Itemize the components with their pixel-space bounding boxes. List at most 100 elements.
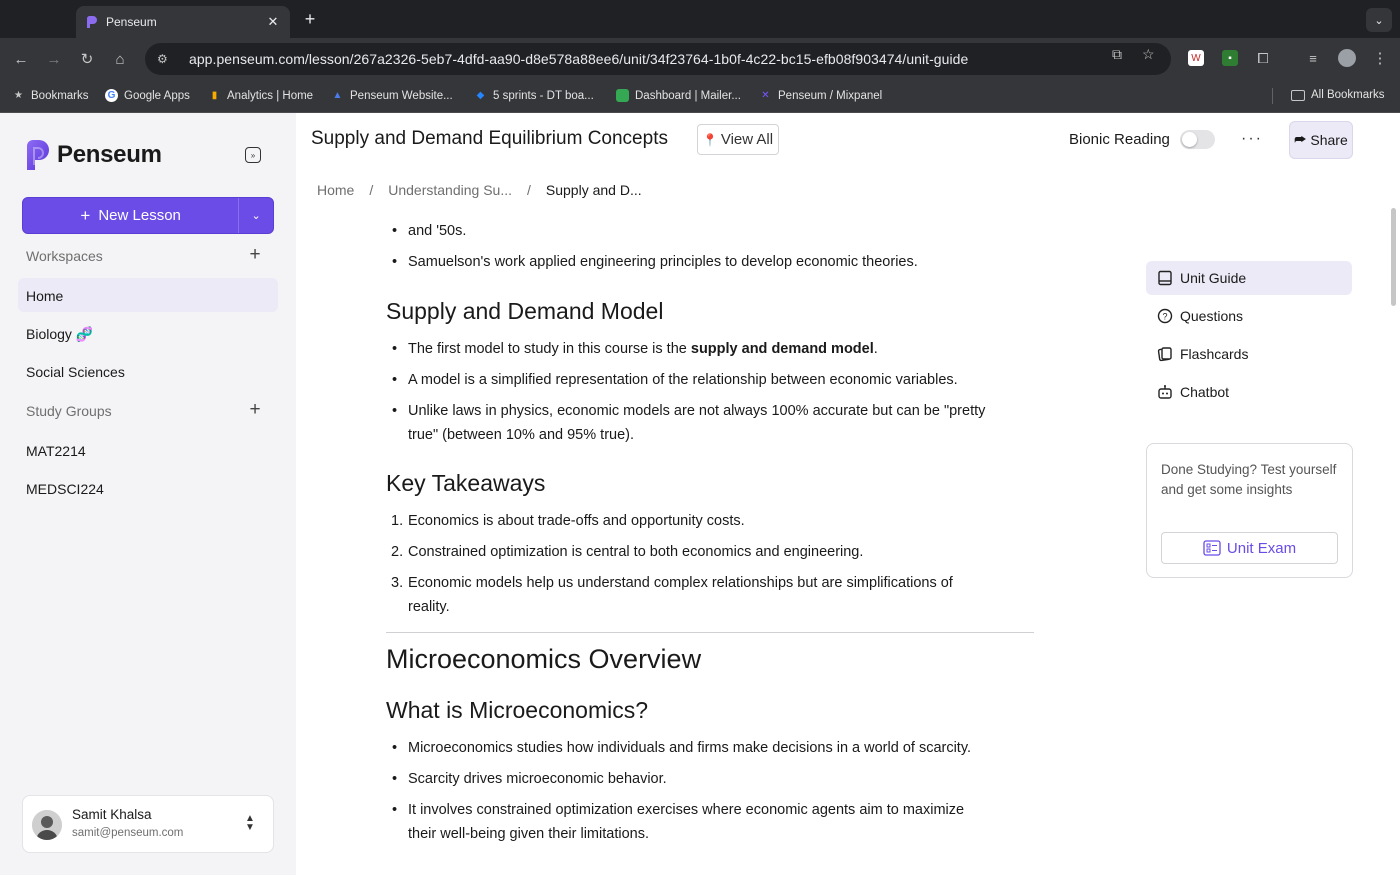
extension-green-icon[interactable]: ▪ (1222, 50, 1238, 66)
bookmark-item[interactable]: ★ Bookmarks (12, 89, 89, 102)
extension-red-icon[interactable]: W (1188, 50, 1204, 66)
share-label: Share (1310, 132, 1348, 148)
folder-icon (1291, 89, 1305, 101)
avatar (32, 810, 62, 840)
new-lesson-label: New Lesson (98, 207, 181, 224)
bookmark-label: Bookmarks (31, 89, 89, 102)
bookmark-item[interactable]: ✕ Penseum / Mixpanel (759, 89, 882, 102)
list-item: Microeconomics studies how individuals a… (386, 736, 1006, 760)
item-text: Economic models help us understand compl… (408, 575, 953, 615)
share-arrow-icon: ⮫ (1294, 132, 1307, 147)
list-item: Scarcity drives microeconomic behavior. (386, 767, 1006, 791)
tab-questions[interactable]: ? Questions (1146, 299, 1352, 333)
app-sidebar: Penseum » + New Lesson ⌄ Workspaces + Ho… (0, 113, 296, 875)
forward-icon[interactable]: → (43, 48, 65, 70)
exam-prompt: Done Studying? Test yourself and get som… (1161, 462, 1337, 497)
more-options-icon[interactable]: ··· (1241, 130, 1263, 148)
penseum-favicon-icon (87, 15, 97, 28)
add-workspace-icon[interactable]: + (246, 244, 264, 266)
site-info-icon[interactable]: ⚙ (157, 52, 179, 66)
bookmark-item[interactable]: ◆ 5 sprints - DT boa... (474, 89, 594, 102)
bookmark-item[interactable]: Dashboard | Mailer... (616, 89, 741, 102)
new-lesson-button-group: + New Lesson ⌄ (22, 197, 274, 234)
tab-label: Unit Guide (1180, 270, 1247, 286)
browser-toolbar: ← → ↻ ⌂ ⚙ app.penseum.com/lesson/267a232… (0, 38, 1400, 80)
tab-unit-guide[interactable]: Unit Guide (1146, 261, 1352, 295)
section-heading: Supply and Demand Model (386, 298, 664, 324)
plus-icon: + (80, 205, 91, 225)
tab-title: Penseum (106, 15, 157, 29)
url-text: app.penseum.com/lesson/267a2326-5eb7-4df… (189, 51, 969, 67)
bookmark-star-icon[interactable]: ☆ (1142, 46, 1155, 63)
address-bar[interactable]: ⚙ app.penseum.com/lesson/267a2326-5eb7-4… (145, 43, 1171, 75)
user-name: Samit Khalsa (72, 807, 152, 822)
bookmark-label: Google Apps (124, 89, 190, 102)
logo-text: Penseum (57, 141, 162, 168)
tab-label: Questions (1180, 308, 1244, 324)
new-lesson-button[interactable]: + New Lesson (23, 198, 238, 233)
bionic-reading-label: Bionic Reading (1069, 131, 1170, 148)
breadcrumb-unit[interactable]: Understanding Su... (388, 182, 512, 198)
extensions-puzzle-icon[interactable]: ⧠ (1255, 50, 1271, 66)
question-icon: ? (1157, 308, 1173, 324)
sidebar-item-medsci224[interactable]: MEDSCI224 (26, 481, 104, 497)
content-scrollbar[interactable] (1391, 208, 1396, 306)
all-bookmarks-label: All Bookmarks (1311, 89, 1385, 101)
add-study-group-icon[interactable]: + (246, 399, 264, 421)
view-all-button[interactable]: 📍 View All (697, 124, 779, 155)
profile-avatar-icon[interactable] (1338, 49, 1356, 67)
analytics-icon: ▮ (211, 90, 218, 101)
section-heading: Key Takeaways (386, 470, 546, 496)
location-pin-icon: 📍 (702, 132, 718, 147)
list-item: Unlike laws in physics, economic models … (386, 399, 986, 447)
sidebar-item-mat2214[interactable]: MAT2214 (26, 443, 86, 459)
google-icon: G (105, 89, 118, 102)
jira-icon: ◆ (476, 90, 485, 101)
back-icon[interactable]: ← (10, 48, 32, 70)
bookmark-item[interactable]: G Google Apps (105, 89, 190, 102)
browser-tab-strip: Penseum ✕ + ⌄ (0, 0, 1400, 38)
list-item: It involves constrained optimization exe… (386, 798, 996, 846)
tab-flashcards[interactable]: Flashcards (1146, 337, 1352, 371)
list-item: A model is a simplified representation o… (386, 368, 1006, 392)
tab-search-button[interactable]: ⌄ (1366, 8, 1392, 32)
unit-exam-button[interactable]: Unit Exam (1161, 532, 1338, 564)
unit-guide-content: and '50s. Samuelson's work applied engin… (386, 210, 1036, 875)
all-bookmarks[interactable]: All Bookmarks (1291, 89, 1385, 101)
mailer-icon (616, 89, 629, 102)
tab-close-icon[interactable]: ✕ (264, 14, 282, 30)
book-icon (1158, 270, 1172, 286)
sidebar-item-social-sciences[interactable]: Social Sciences (26, 364, 125, 380)
reading-list-icon[interactable]: ≡ (1305, 50, 1321, 66)
collapse-sidebar-icon[interactable]: » (245, 147, 261, 163)
bionic-reading-toggle[interactable] (1180, 130, 1215, 149)
new-lesson-dropdown-icon[interactable]: ⌄ (238, 198, 273, 233)
account-switch-icon[interactable]: ▲ ▼ (245, 814, 255, 833)
sidebar-item-biology[interactable]: Biology 🧬 (26, 326, 93, 343)
penseum-logo-icon (27, 140, 49, 170)
bookmark-item[interactable]: ▮ Analytics | Home (208, 89, 313, 102)
section-divider (386, 632, 1034, 633)
breadcrumb-home[interactable]: Home (317, 182, 354, 198)
install-app-icon[interactable]: ⧉ (1112, 46, 1122, 63)
penseum-logo[interactable]: Penseum (25, 139, 162, 171)
chapter-heading: Microeconomics Overview (386, 644, 702, 674)
penseum-website-icon: ▲ (332, 90, 343, 101)
new-tab-button[interactable]: + (300, 9, 320, 30)
flashcards-icon (1157, 347, 1172, 362)
exam-icon (1203, 540, 1221, 556)
home-icon[interactable]: ⌂ (109, 48, 131, 70)
item-text: Economics is about trade-offs and opport… (408, 513, 745, 529)
user-account-card[interactable]: Samit Khalsa samit@penseum.com ▲ ▼ (22, 795, 274, 853)
avatar-photo-icon (32, 810, 62, 840)
browser-tab[interactable]: Penseum ✕ (76, 6, 290, 38)
tab-chatbot[interactable]: Chatbot (1146, 375, 1352, 409)
reload-icon[interactable]: ↻ (76, 48, 98, 70)
browser-menu-icon[interactable]: ⋮ (1372, 50, 1388, 67)
svg-text:?: ? (1162, 312, 1167, 322)
text: The first model to study in this course … (408, 341, 691, 357)
bookmark-item[interactable]: ▲ Penseum Website... (331, 89, 453, 102)
share-button[interactable]: ⮫ Share (1289, 121, 1353, 159)
unit-exam-label: Unit Exam (1226, 539, 1297, 557)
sidebar-item-home[interactable]: Home (26, 288, 63, 304)
